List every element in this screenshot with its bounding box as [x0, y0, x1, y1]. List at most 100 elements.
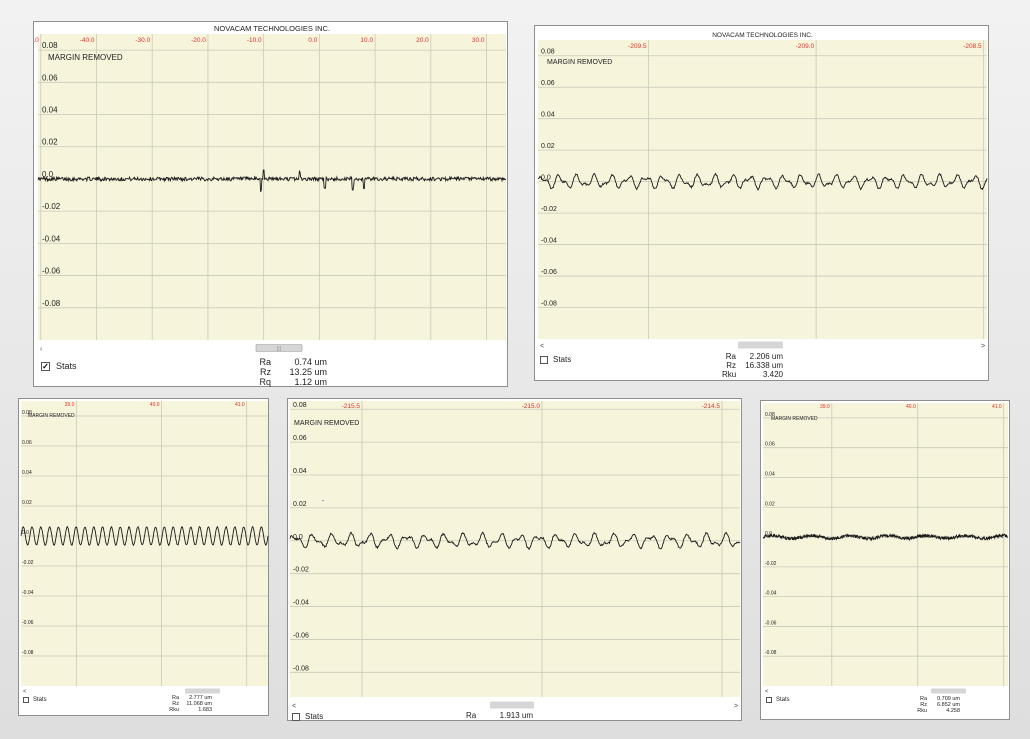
- stats-table: Ra 0.709 um Rz 6.852 um Rku 4.258: [915, 696, 960, 714]
- stats-value: 16.338 um: [745, 361, 783, 370]
- stats-value: 0.74 um: [294, 357, 327, 367]
- y-tick-label: 0.06: [293, 435, 307, 442]
- x-tick-label: -215.0: [522, 403, 541, 410]
- scrollbar-thumb[interactable]: [931, 688, 966, 694]
- stats-label: Stats: [776, 697, 790, 703]
- stats-checkbox[interactable]: [23, 697, 29, 703]
- y-tick-label: 0.08: [42, 41, 58, 50]
- y-tick-label: 0.04: [765, 471, 775, 477]
- x-tick-label: 39.0: [820, 404, 830, 410]
- y-tick-label: -0.06: [42, 267, 61, 276]
- stats-row-rku: Rku 1.683: [167, 707, 212, 713]
- stats-toggle[interactable]: Stats: [540, 355, 571, 364]
- x-tick-label: 10.0: [360, 37, 373, 44]
- y-tick-label: -0.08: [293, 665, 309, 672]
- stats-row-rz: Rz 13.25 um: [249, 367, 327, 377]
- y-tick-label: -0.04: [765, 591, 777, 597]
- x-tick-label: 30.0: [472, 37, 485, 44]
- stats-row-ra: Ra 1.913 um: [466, 711, 533, 720]
- chart-title: NOVACAM TECHNOLOGIES INC.: [712, 32, 813, 39]
- stats-key: Rz: [726, 361, 736, 370]
- stats-toggle[interactable]: Stats: [292, 712, 323, 721]
- stats-table: Ra 2.206 um Rz 16.338 um Rku 3.420: [722, 352, 783, 379]
- stats-toggle[interactable]: Stats: [23, 697, 47, 703]
- stats-toggle[interactable]: Stats: [766, 697, 790, 703]
- x-tick-label: -208.5: [963, 43, 982, 50]
- plot-area: [290, 401, 740, 697]
- stats-toggle[interactable]: ✓ Stats: [41, 361, 77, 371]
- chart-panel-3: 0.08 0.06 0.04 0.02 0.0 -0.02 -0.04 -0.06 -0.08 3…: [18, 398, 269, 716]
- y-tick-label: 0.08: [541, 49, 555, 56]
- y-tick-label: -0.06: [293, 632, 309, 639]
- chart-panel-2: 0.08 0.06 0.04 0.02 0.0 -0.02 -0.04 -0.06 -0.08-…: [534, 25, 989, 381]
- y-tick-label: -0.08: [765, 650, 777, 656]
- plot-area: [763, 403, 1008, 686]
- horizontal-scrollbar[interactable]: [21, 687, 268, 695]
- chart-panel-4: 0.08 0.06 0.04 0.02 0.0 -0.02 -0.04 -0.06 -0.08-…: [287, 398, 742, 721]
- chart-panel-5: 0.08 0.06 0.04 0.02 0.0 -0.02 -0.04 -0.06 -0.08 3…: [760, 400, 1010, 720]
- plot-area: [38, 34, 506, 340]
- scrollbar-thumb[interactable]: [738, 341, 783, 349]
- stats-label: Stats: [56, 361, 77, 371]
- x-tick-label: 40.0: [150, 402, 160, 408]
- margin-removed-label: MARGIN REMOVED: [547, 59, 612, 66]
- stats-label: Stats: [33, 697, 47, 703]
- stats-table: Ra 1.913 um: [466, 711, 533, 720]
- scrollbar-grip-icon: ⁞⁞⁞: [277, 347, 281, 353]
- y-tick-label: 0.06: [541, 80, 555, 87]
- scrollbar-thumb[interactable]: [490, 701, 534, 709]
- horizontal-scrollbar[interactable]: [763, 687, 1008, 695]
- x-tick-label: -20.0: [191, 37, 206, 44]
- chart-plot-4: 0.080.060.040.020.0-0.02-0.04-0.06-0.08-…: [289, 401, 741, 710]
- x-tick-label: -215.5: [342, 403, 361, 410]
- stats-label: Stats: [305, 712, 324, 721]
- x-tick-label: -10.0: [247, 37, 262, 44]
- y-tick-label: -0.02: [765, 561, 777, 567]
- stats-row-rku: Rku 4.258: [915, 708, 960, 714]
- x-tick-label: -209.5: [628, 43, 647, 50]
- stats-key: Ra: [725, 352, 736, 361]
- stats-value: 3.420: [762, 370, 783, 379]
- scroll-right-icon[interactable]: >: [981, 343, 985, 350]
- y-tick-label: 0.02: [293, 501, 307, 508]
- stats-key: Ra: [466, 711, 477, 720]
- y-tick-label: 0.08: [293, 402, 307, 409]
- stats-value: 1.913 um: [499, 711, 533, 720]
- y-tick-label: 0.02: [765, 501, 775, 507]
- y-tick-label: -0.04: [42, 234, 61, 243]
- scroll-left-icon[interactable]: <: [23, 689, 27, 695]
- x-tick-label: 20.0: [416, 37, 429, 44]
- x-tick-label: -209.0: [796, 43, 815, 50]
- scroll-right-icon[interactable]: >: [734, 703, 738, 710]
- y-tick-label: -0.06: [765, 620, 777, 626]
- x-tick-label: -214.5: [702, 403, 721, 410]
- stats-checkbox[interactable]: [766, 697, 772, 703]
- x-tick-label: 41.0: [992, 404, 1002, 410]
- y-tick-label: 0.06: [765, 442, 775, 448]
- stats-value: 13.25 um: [289, 367, 327, 377]
- x-tick-label: 0.0: [308, 37, 317, 44]
- scroll-left-icon[interactable]: <: [765, 689, 769, 695]
- stats-row-rq: Rq 1.12 um: [249, 377, 327, 387]
- stats-checkbox[interactable]: [292, 712, 300, 721]
- chart-plot-5: 0.080.060.040.020.0-0.02-0.04-0.06-0.083…: [762, 403, 1009, 695]
- y-tick-label: -0.02: [541, 206, 557, 213]
- stats-row-ra: Ra 2.206 um: [722, 352, 783, 361]
- y-tick-label: 0.06: [22, 440, 32, 446]
- stats-value: 1.683: [198, 707, 212, 713]
- stats-key: Rku: [169, 707, 179, 713]
- chart-plot-1: 0.080.060.040.020.0-0.02-0.04-0.06-0.08-…: [34, 24, 507, 353]
- scrollbar-thumb[interactable]: [185, 688, 220, 694]
- stats-checkbox[interactable]: ✓: [41, 361, 50, 371]
- scroll-left-icon[interactable]: <: [292, 703, 296, 710]
- stats-row-ra: Ra 0.74 um: [249, 357, 327, 367]
- y-tick-label: 0.04: [293, 468, 307, 475]
- margin-removed-label: MARGIN REMOVED: [771, 416, 818, 422]
- scroll-left-icon[interactable]: <: [540, 343, 544, 350]
- y-tick-label: -0.08: [541, 301, 557, 308]
- x-tick-label: -30.0: [135, 37, 150, 44]
- y-tick-label: -0.04: [293, 600, 309, 607]
- margin-removed-label: MARGIN REMOVED: [48, 53, 123, 62]
- y-tick-label: 0.02: [42, 138, 58, 147]
- stats-checkbox[interactable]: [540, 355, 548, 364]
